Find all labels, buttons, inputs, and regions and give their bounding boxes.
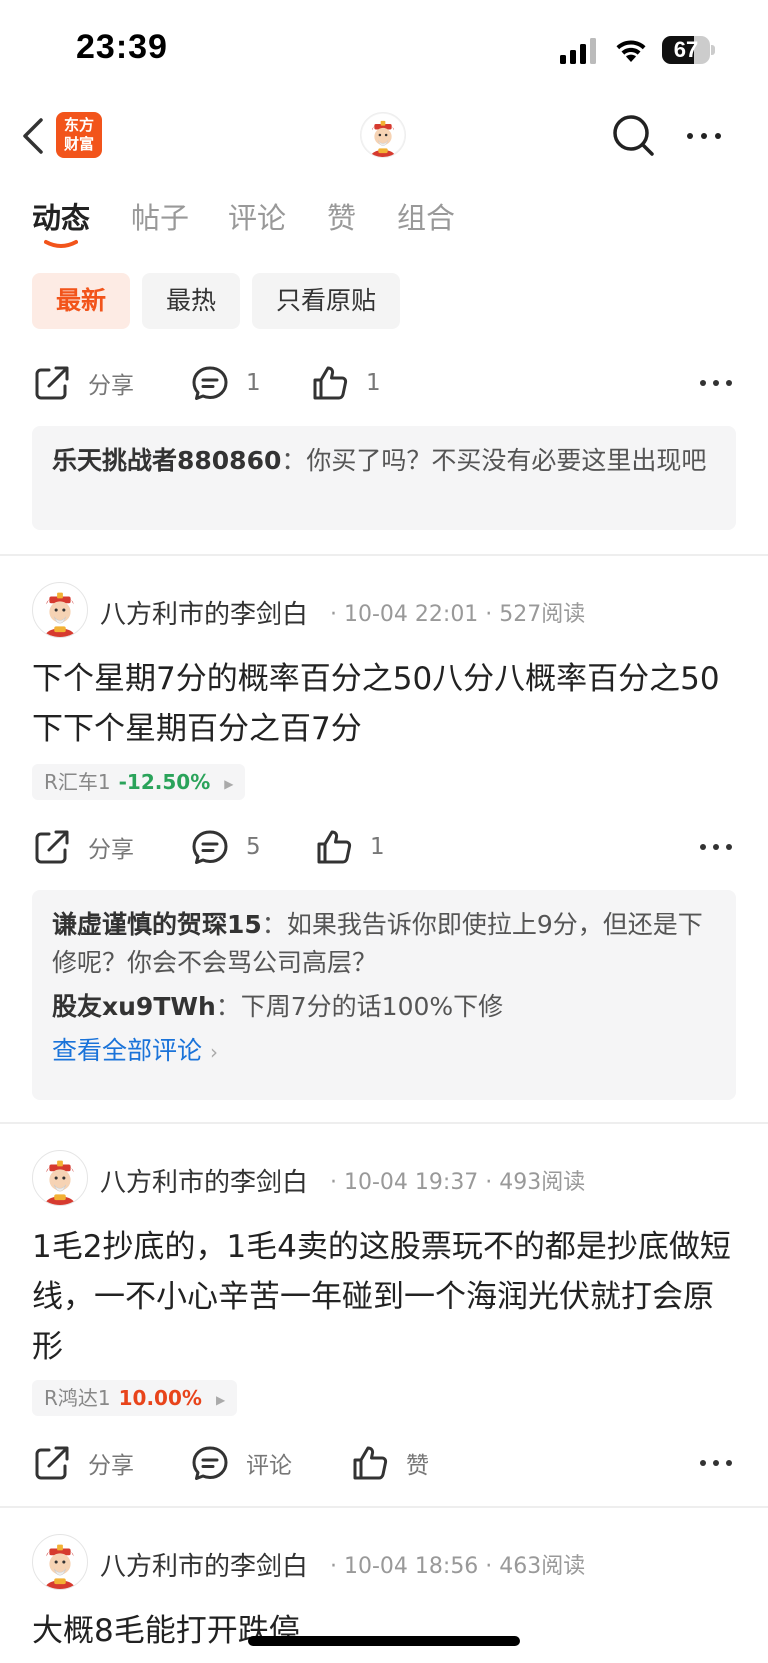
- logo-text-line1: 东方: [63, 116, 94, 134]
- author-avatar-icon[interactable]: [32, 582, 88, 638]
- post-actions: 分享 1 1: [32, 358, 736, 408]
- comment-text: 你买了吗？不买没有必要这里出现吧: [306, 446, 707, 475]
- play-icon: ▶: [215, 1392, 226, 1407]
- play-icon: ▶: [224, 776, 234, 791]
- filter-original-only[interactable]: 只看原贴: [252, 273, 401, 329]
- like-button[interactable]: 1: [310, 358, 381, 408]
- logo-text-line2: 财富: [63, 135, 94, 153]
- post-header: 八方利市的李剑白 · 10-04 19:37 · 493阅读: [32, 1150, 736, 1206]
- divider: [0, 1506, 768, 1508]
- like-button[interactable]: 赞: [350, 1438, 429, 1488]
- nav-bar: 东方 财富: [0, 100, 768, 172]
- status-time: 23:39: [76, 28, 168, 66]
- chevron-right-icon: ›: [210, 1040, 219, 1064]
- post-meta: · 10-04 19:37 · 493阅读: [330, 1170, 586, 1195]
- share-button[interactable]: 分享: [32, 358, 134, 408]
- more-icon[interactable]: [696, 368, 736, 398]
- comment-user[interactable]: 乐天挑战者880860: [52, 446, 281, 475]
- search-icon[interactable]: [610, 112, 656, 158]
- post-text[interactable]: 下个星期7分的概率百分之50八分八概率百分之50下下个星期百分之百7分: [32, 654, 736, 754]
- wifi-icon: [616, 40, 646, 62]
- share-button[interactable]: 分享: [32, 822, 134, 872]
- active-tab-indicator: [44, 240, 78, 248]
- author-name[interactable]: 八方利市的李剑白: [100, 594, 308, 631]
- cellular-signal-icon: [560, 38, 596, 64]
- comment-text: 下周7分的话100%下修: [240, 992, 504, 1021]
- comment-icon: [190, 827, 230, 867]
- tab-portfolio[interactable]: 组合: [397, 195, 455, 237]
- comment-preview[interactable]: 谦虚谨慎的贺琛15：如果我告诉你即使拉上9分，但还是下修呢？你会不会骂公司高层？…: [32, 890, 736, 1100]
- tab-dynamic[interactable]: 动态: [32, 195, 90, 237]
- comment-preview[interactable]: 乐天挑战者880860：你买了吗？不买没有必要这里出现吧: [32, 426, 736, 530]
- back-icon[interactable]: [14, 112, 54, 160]
- tab-likes[interactable]: 赞: [327, 195, 356, 237]
- home-indicator: [248, 1636, 520, 1646]
- like-icon: [350, 1443, 390, 1483]
- post-header: 八方利市的李剑白 · 10-04 22:01 · 527阅读: [32, 582, 736, 638]
- share-icon: [32, 827, 72, 867]
- share-icon: [32, 1443, 72, 1483]
- post-meta: · 10-04 18:56 · 463阅读: [330, 1554, 586, 1579]
- stock-change: -12.50%: [118, 770, 211, 794]
- filter-hot[interactable]: 最热: [142, 273, 241, 329]
- battery-percent: 67: [673, 37, 699, 62]
- more-icon[interactable]: [696, 1448, 736, 1478]
- comment-button[interactable]: 1: [190, 358, 261, 408]
- comment-count: 1: [246, 370, 261, 396]
- comment-item: 股友xu9TWh：下周7分的话100%下修: [52, 992, 504, 1021]
- comment-icon: [190, 1443, 230, 1483]
- comment-user[interactable]: 谦虚谨慎的贺琛15: [52, 910, 262, 939]
- share-button[interactable]: 分享: [32, 1438, 134, 1488]
- stock-name: R鸿达1: [44, 1386, 111, 1410]
- comment-item: 谦虚谨慎的贺琛15：如果我告诉你即使拉上9分，但还是下修呢？你会不会骂公司高层？: [52, 910, 703, 977]
- user-avatar-icon[interactable]: [360, 112, 406, 158]
- view-all-comments[interactable]: 查看全部评论 ›: [52, 1032, 716, 1071]
- share-label: 分享: [88, 837, 134, 863]
- post-text[interactable]: 大概8毛能打开跌停: [32, 1606, 736, 1656]
- share-icon: [32, 363, 72, 403]
- author-name[interactable]: 八方利市的李剑白: [100, 1162, 308, 1199]
- like-button[interactable]: 1: [314, 822, 385, 872]
- post-actions: 分享 5 1: [32, 822, 736, 872]
- comment-label: 评论: [246, 1453, 292, 1479]
- post-meta: · 10-04 22:01 · 527阅读: [330, 602, 586, 627]
- stock-tag[interactable]: R鸿达1 10.00% ▶: [32, 1380, 238, 1416]
- comment-icon: [190, 363, 230, 403]
- like-count: 1: [366, 370, 381, 396]
- divider: [0, 1122, 768, 1124]
- share-label: 分享: [88, 373, 134, 399]
- stock-change: 10.00%: [118, 1386, 202, 1410]
- comment-button[interactable]: 5: [190, 822, 261, 872]
- comment-item: 乐天挑战者880860：你买了吗？不买没有必要这里出现吧: [52, 446, 707, 475]
- status-bar: 23:39 67: [0, 0, 768, 100]
- stock-tag[interactable]: R汇车1 -12.50% ▶: [32, 764, 246, 800]
- filter-latest[interactable]: 最新: [32, 273, 131, 329]
- view-all-label: 查看全部评论: [52, 1036, 203, 1065]
- like-count: 1: [370, 834, 385, 860]
- tab-comments[interactable]: 评论: [228, 195, 286, 237]
- comment-user[interactable]: 股友xu9TWh: [52, 992, 216, 1021]
- author-name[interactable]: 八方利市的李剑白: [100, 1546, 308, 1583]
- share-label: 分享: [88, 1453, 134, 1479]
- tab-posts[interactable]: 帖子: [131, 195, 189, 237]
- comment-button[interactable]: 评论: [190, 1438, 292, 1488]
- author-avatar-icon[interactable]: [32, 1534, 88, 1590]
- stock-name: R汇车1: [44, 770, 111, 794]
- battery-icon: 67: [662, 36, 715, 64]
- post-text[interactable]: 1毛2抄底的，1毛4卖的这股票玩不的都是抄底做短线，一不小心辛苦一年碰到一个海润…: [32, 1222, 736, 1372]
- more-icon[interactable]: [696, 832, 736, 862]
- divider: [0, 554, 768, 556]
- author-avatar-icon[interactable]: [32, 1150, 88, 1206]
- app-logo: 东方 财富: [56, 112, 102, 158]
- like-icon: [314, 827, 354, 867]
- post-actions: 分享 评论 赞: [32, 1438, 736, 1488]
- more-options-icon[interactable]: [682, 118, 726, 154]
- comment-count: 5: [246, 834, 261, 860]
- post-header: 八方利市的李剑白 · 10-04 18:56 · 463阅读: [32, 1534, 736, 1590]
- like-icon: [310, 363, 350, 403]
- like-label: 赞: [406, 1453, 429, 1479]
